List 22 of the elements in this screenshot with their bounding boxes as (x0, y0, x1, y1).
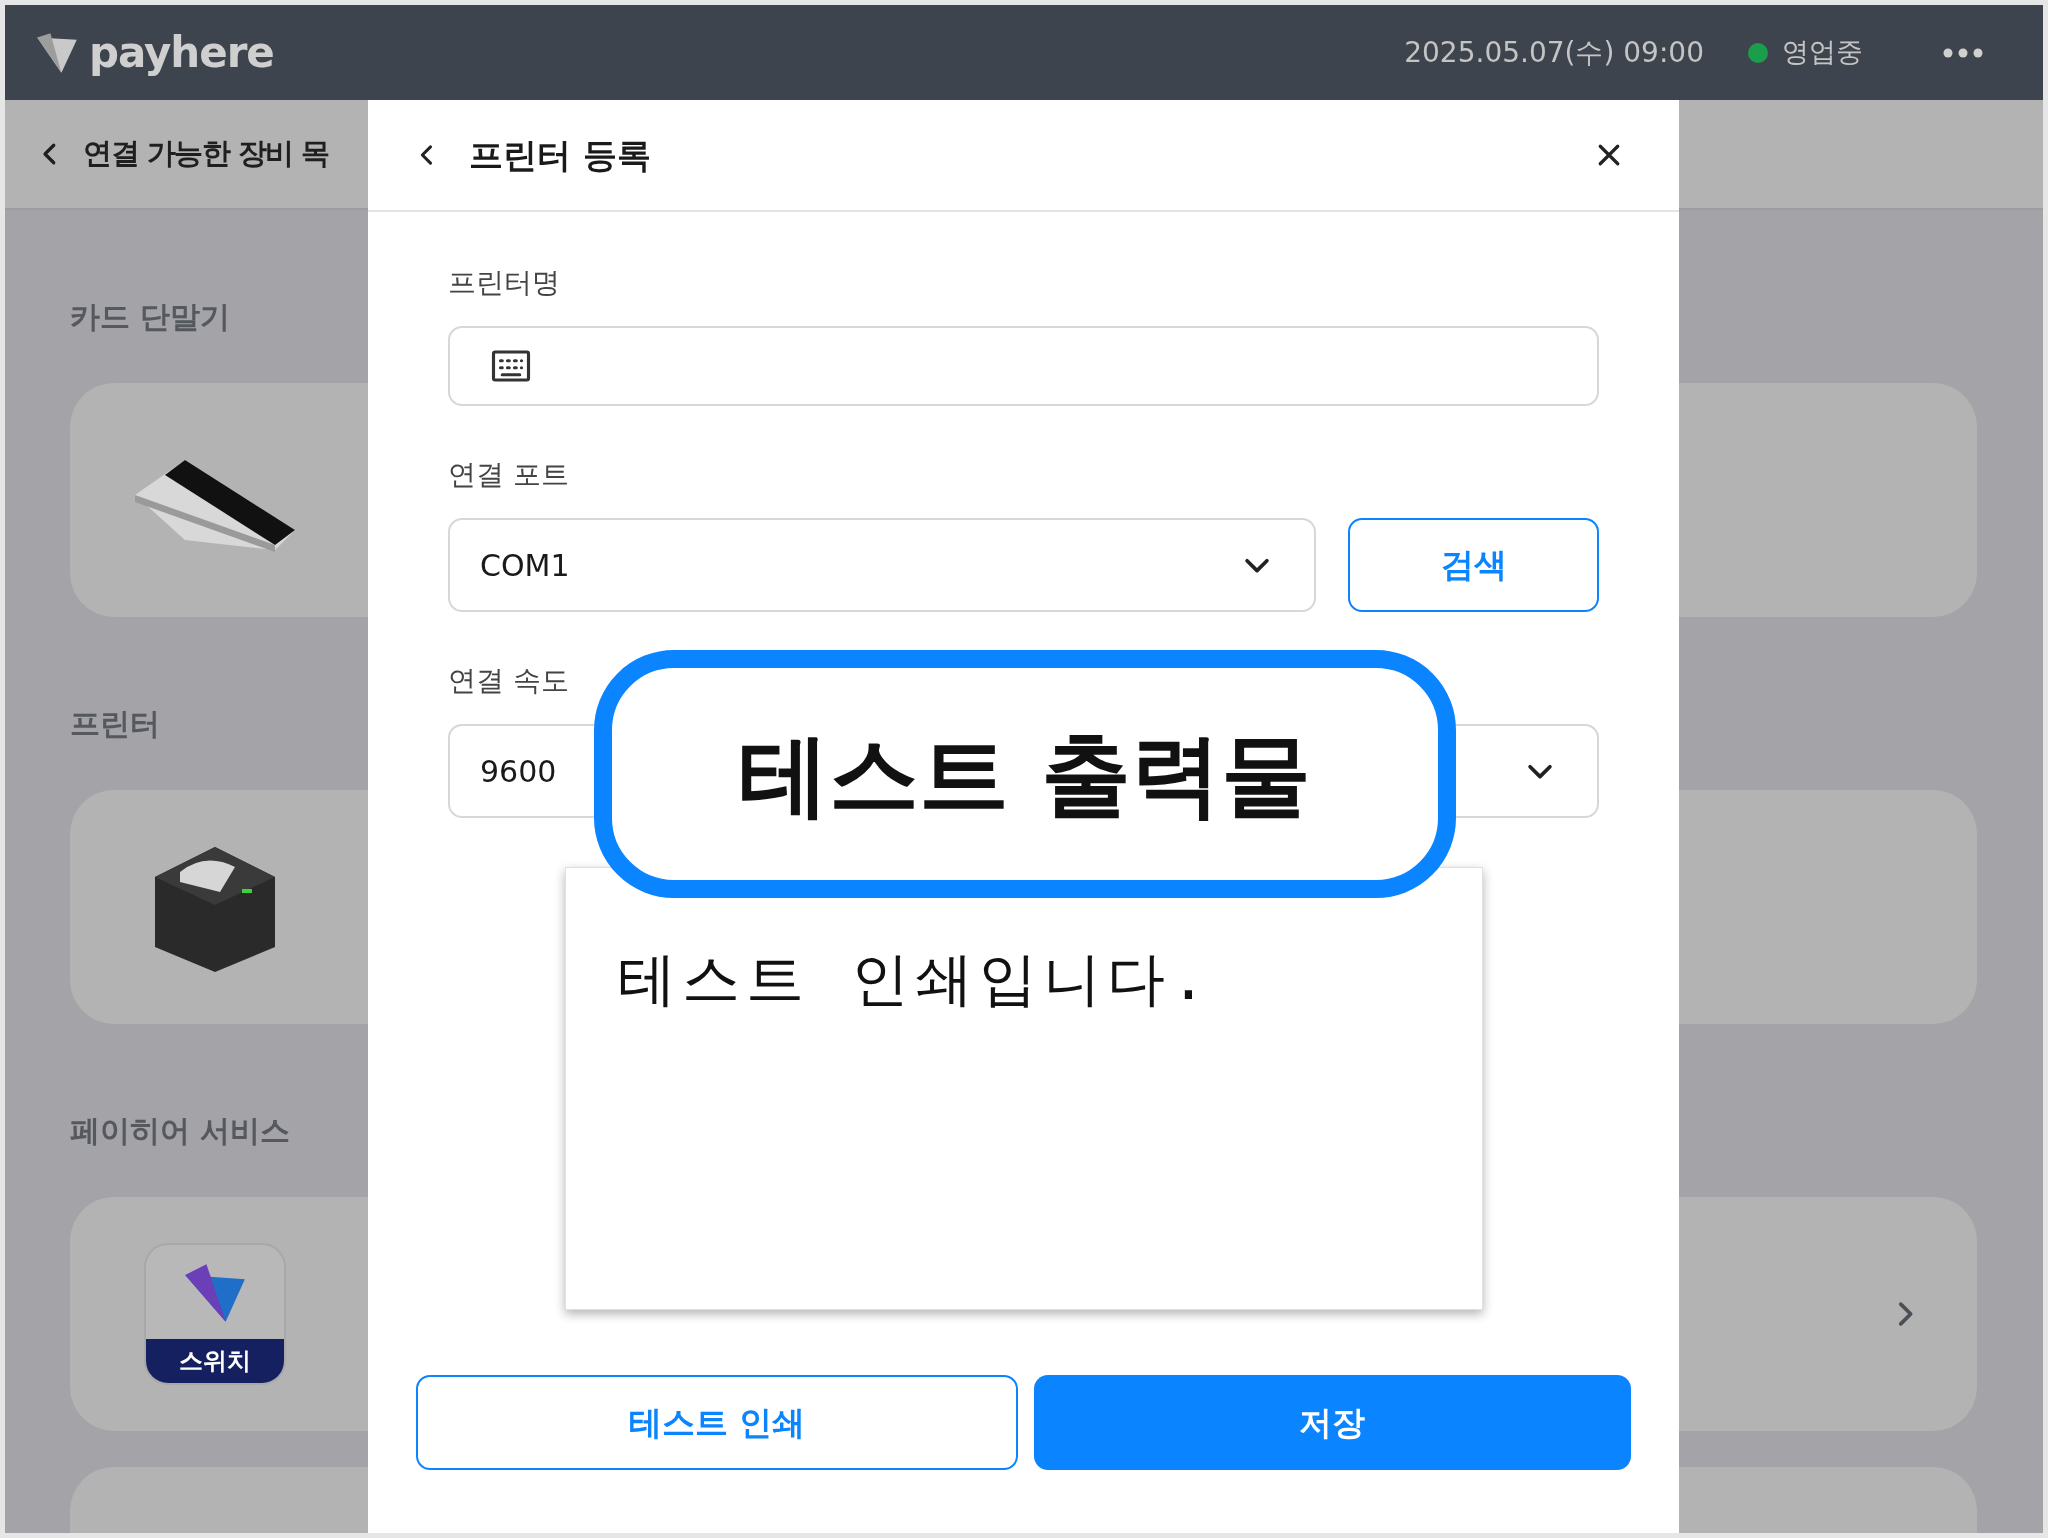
field-label: 프린터명 (448, 265, 560, 301)
app-label: 스위치 (146, 1339, 284, 1383)
dialog-title: 프린터 등록 (469, 133, 651, 177)
status-label: 영업중 (1782, 35, 1863, 70)
app-icon[interactable]: 스위치 (144, 1243, 286, 1385)
more-icon[interactable] (1943, 47, 1983, 58)
datetime: 2025.05.07(수) 09:00 (1404, 34, 1704, 71)
section-title: 카드 단말기 (70, 298, 231, 336)
field-label: 연결 포트 (448, 457, 569, 493)
section-title: 프린터 (70, 705, 160, 743)
section-title: 페이히어 서비스 (70, 1112, 291, 1150)
page-title: 연결 가능한 장비 목 (83, 135, 329, 173)
preview-text: 테스트 인쇄입니다. (618, 944, 1212, 1015)
select-field[interactable]: COM1 (448, 518, 1316, 612)
search-button[interactable]: 검색 (1348, 518, 1599, 612)
save-button[interactable]: 저장 (1033, 1375, 1631, 1470)
field-label: 연결 속도 (448, 663, 569, 699)
logo-icon (35, 30, 79, 75)
input-field[interactable] (448, 326, 1599, 406)
test-print-button[interactable]: 테스트 인쇄 (416, 1375, 1018, 1470)
preview-title: 테스트 출력물 (739, 720, 1311, 829)
logo-text: payhere (89, 27, 274, 79)
